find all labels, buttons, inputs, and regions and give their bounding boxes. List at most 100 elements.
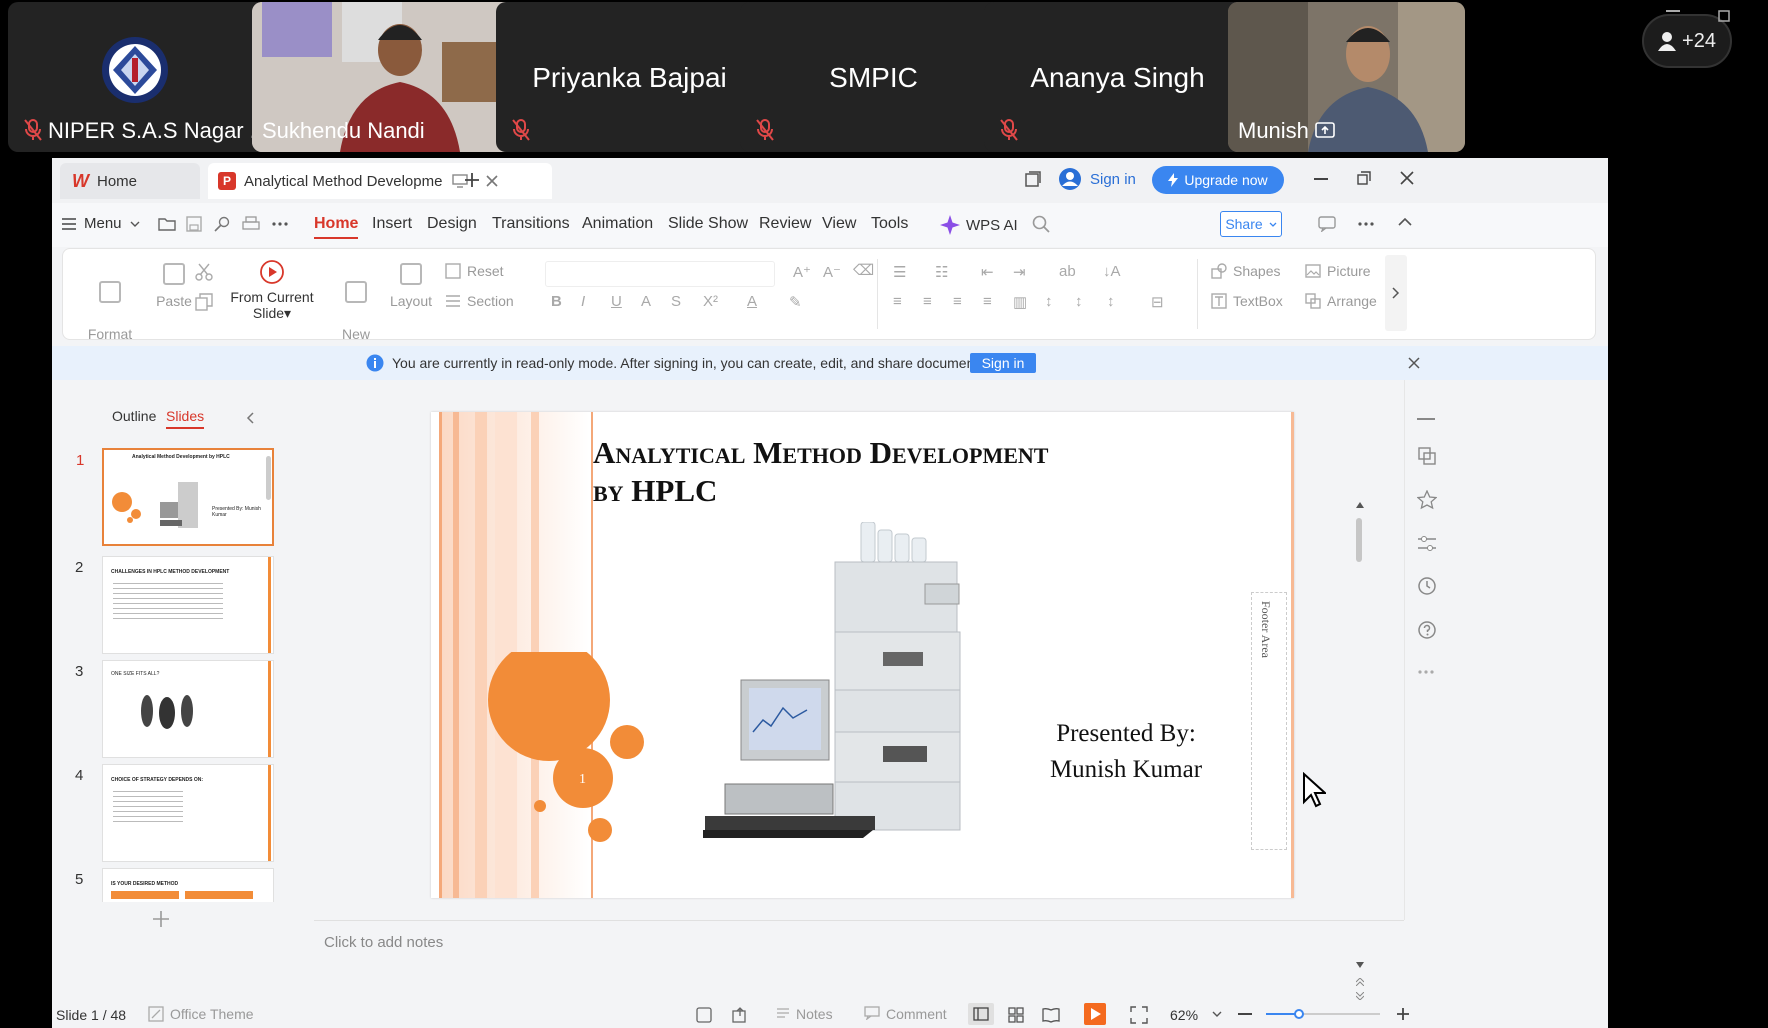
menu-button[interactable]: Menu <box>62 215 140 232</box>
close-window-icon[interactable] <box>1400 171 1414 185</box>
participant-tile-priyanka[interactable]: Priyanka Bajpai <box>496 2 763 152</box>
scroll-up-icon[interactable] <box>1356 502 1364 508</box>
bold-icon[interactable]: B <box>551 293 562 310</box>
underline-icon[interactable]: U <box>611 293 622 310</box>
slides-tab[interactable]: Slides <box>166 408 205 429</box>
paragraph-spacing-icon[interactable]: ↕ <box>1075 293 1083 310</box>
more-tools-icon[interactable] <box>1417 670 1435 674</box>
minimize-icon[interactable] <box>1314 178 1328 180</box>
highlight-icon[interactable]: ✎ <box>789 293 802 311</box>
columns-icon[interactable]: ▥ <box>1013 293 1027 311</box>
from-current-slide-button[interactable]: From Current Slide▾ <box>227 259 317 322</box>
more-options-icon[interactable] <box>1358 222 1374 226</box>
participant-tile-sukhendu[interactable]: Sukhendu Nandi <box>252 2 519 152</box>
align-left-icon[interactable]: ≡ <box>893 293 902 310</box>
menu-view[interactable]: View <box>822 215 856 233</box>
copy-style-icon[interactable] <box>1417 446 1437 466</box>
participant-tile-niper[interactable]: NIPER S.A.S Nagar ... <box>8 2 275 152</box>
font-selector[interactable] <box>545 261 775 287</box>
slide-thumbnail-4[interactable]: 4 CHOICE OF STRATEGY DEPENDS ON: <box>75 764 274 862</box>
restore-icon[interactable] <box>1357 171 1371 185</box>
play-slideshow-button[interactable] <box>1084 1003 1106 1025</box>
previous-slide-icon[interactable] <box>1356 978 1364 986</box>
help-icon[interactable] <box>1417 620 1437 640</box>
collapse-panel-icon[interactable] <box>246 412 254 424</box>
collapse-ribbon-icon[interactable] <box>1398 218 1412 226</box>
chevron-down-icon[interactable] <box>1212 1011 1222 1017</box>
slide-thumbnail-5[interactable]: 5 IS YOUR DESIRED METHOD <box>75 868 274 902</box>
presenter-text-box[interactable]: Presented By: Munish Kumar <box>1031 716 1221 788</box>
tab-home[interactable]: W Home <box>60 163 200 199</box>
participant-tile-smpic[interactable]: SMPIC <box>740 2 1007 152</box>
menu-animation[interactable]: Animation <box>582 215 653 233</box>
participant-tile-munish[interactable]: Munish <box>1228 2 1465 152</box>
fit-to-window-icon[interactable] <box>1130 1006 1148 1024</box>
editor-scrollbar-thumb[interactable] <box>1356 518 1362 562</box>
align-center-icon[interactable]: ≡ <box>923 293 932 310</box>
presenter-view-icon[interactable] <box>696 1007 712 1023</box>
minimize-strip-icon[interactable] <box>1666 10 1680 14</box>
menu-slide-show[interactable]: Slide Show <box>668 215 748 233</box>
slide-thumbnail-2[interactable]: 2 CHALLENGES IN HPLC METHOD DEVELOPMENT <box>75 556 274 654</box>
sorter-view-icon[interactable] <box>1008 1007 1024 1023</box>
zoom-slider-track[interactable] <box>1266 1009 1380 1019</box>
normal-view-button[interactable] <box>968 1003 994 1025</box>
star-icon[interactable] <box>1417 490 1437 510</box>
theme-indicator[interactable]: Office Theme <box>148 1006 254 1022</box>
history-icon[interactable] <box>1417 576 1437 596</box>
text-direction-icon[interactable]: ab <box>1059 263 1076 280</box>
superscript-icon[interactable]: X² <box>703 293 718 310</box>
search-replace-icon[interactable] <box>214 216 230 232</box>
comment-icon[interactable] <box>1318 216 1336 232</box>
share-button[interactable]: Share <box>1220 211 1282 237</box>
numbering-icon[interactable]: ☷ <box>935 263 948 281</box>
italic-icon[interactable]: I <box>581 293 585 310</box>
close-banner-icon[interactable] <box>1408 357 1420 369</box>
text-box-align-icon[interactable]: ⊟ <box>1151 293 1164 311</box>
sort-icon[interactable]: ↓A <box>1103 263 1121 280</box>
menu-transitions[interactable]: Transitions <box>492 215 570 233</box>
cut-icon[interactable] <box>195 263 213 281</box>
ribbon-scroll-right[interactable] <box>1385 255 1407 331</box>
panel-scrollbar[interactable] <box>266 456 271 500</box>
print-icon[interactable] <box>242 216 260 232</box>
copy-icon[interactable] <box>195 293 213 311</box>
menu-design[interactable]: Design <box>427 215 477 233</box>
outline-tab[interactable]: Outline <box>112 408 156 424</box>
shadow-icon[interactable]: S <box>671 293 681 310</box>
menu-tools[interactable]: Tools <box>871 215 908 233</box>
justify-icon[interactable]: ≡ <box>983 293 992 310</box>
strikethrough-icon[interactable]: A <box>641 293 651 310</box>
popout-icon[interactable] <box>1718 10 1730 22</box>
font-color-icon[interactable]: A <box>747 293 757 310</box>
slide-title[interactable]: Analytical Method Development by HPLC <box>593 434 1153 510</box>
textbox-button[interactable]: TextBox <box>1211 293 1283 309</box>
menu-review[interactable]: Review <box>759 215 811 233</box>
close-tab-icon[interactable] <box>486 175 498 187</box>
window-mode-icon[interactable] <box>1024 170 1042 188</box>
zoom-slider-handle[interactable] <box>1294 1009 1305 1019</box>
zoom-percentage[interactable]: 62% <box>1170 1007 1198 1023</box>
shrink-font-icon[interactable]: A⁻ <box>823 263 841 281</box>
picture-button[interactable]: Picture <box>1305 263 1371 279</box>
shapes-button[interactable]: Shapes <box>1211 263 1280 279</box>
tab-document[interactable]: P Analytical Method Developme <box>208 163 552 199</box>
footer-area-placeholder[interactable]: Footer Area <box>1251 592 1287 850</box>
slide-thumbnail-3[interactable]: 3 ONE SIZE FITS ALL? <box>75 660 274 758</box>
grow-font-icon[interactable]: A⁺ <box>793 263 811 281</box>
section-button[interactable]: Section <box>445 293 514 309</box>
clear-format-icon[interactable]: ⌫ <box>853 261 874 279</box>
search-icon[interactable] <box>1032 215 1050 233</box>
layout-button[interactable]: Layout <box>381 263 441 309</box>
adjust-icon[interactable] <box>1417 534 1437 554</box>
arrange-button[interactable]: Arrange <box>1305 293 1377 309</box>
zoom-out-icon[interactable] <box>1238 1013 1252 1015</box>
spacing-options-icon[interactable]: ↕ <box>1107 293 1115 310</box>
zoom-in-icon[interactable] <box>1396 1007 1410 1021</box>
comment-toggle[interactable]: Comment <box>864 1006 947 1022</box>
reading-view-icon[interactable] <box>1042 1007 1060 1023</box>
wps-ai-button[interactable]: WPS AI <box>940 215 1018 235</box>
notes-input[interactable]: Click to add notes <box>324 934 443 951</box>
line-spacing-icon[interactable]: ↕ <box>1045 293 1053 310</box>
next-slide-icon[interactable] <box>1356 992 1364 1000</box>
